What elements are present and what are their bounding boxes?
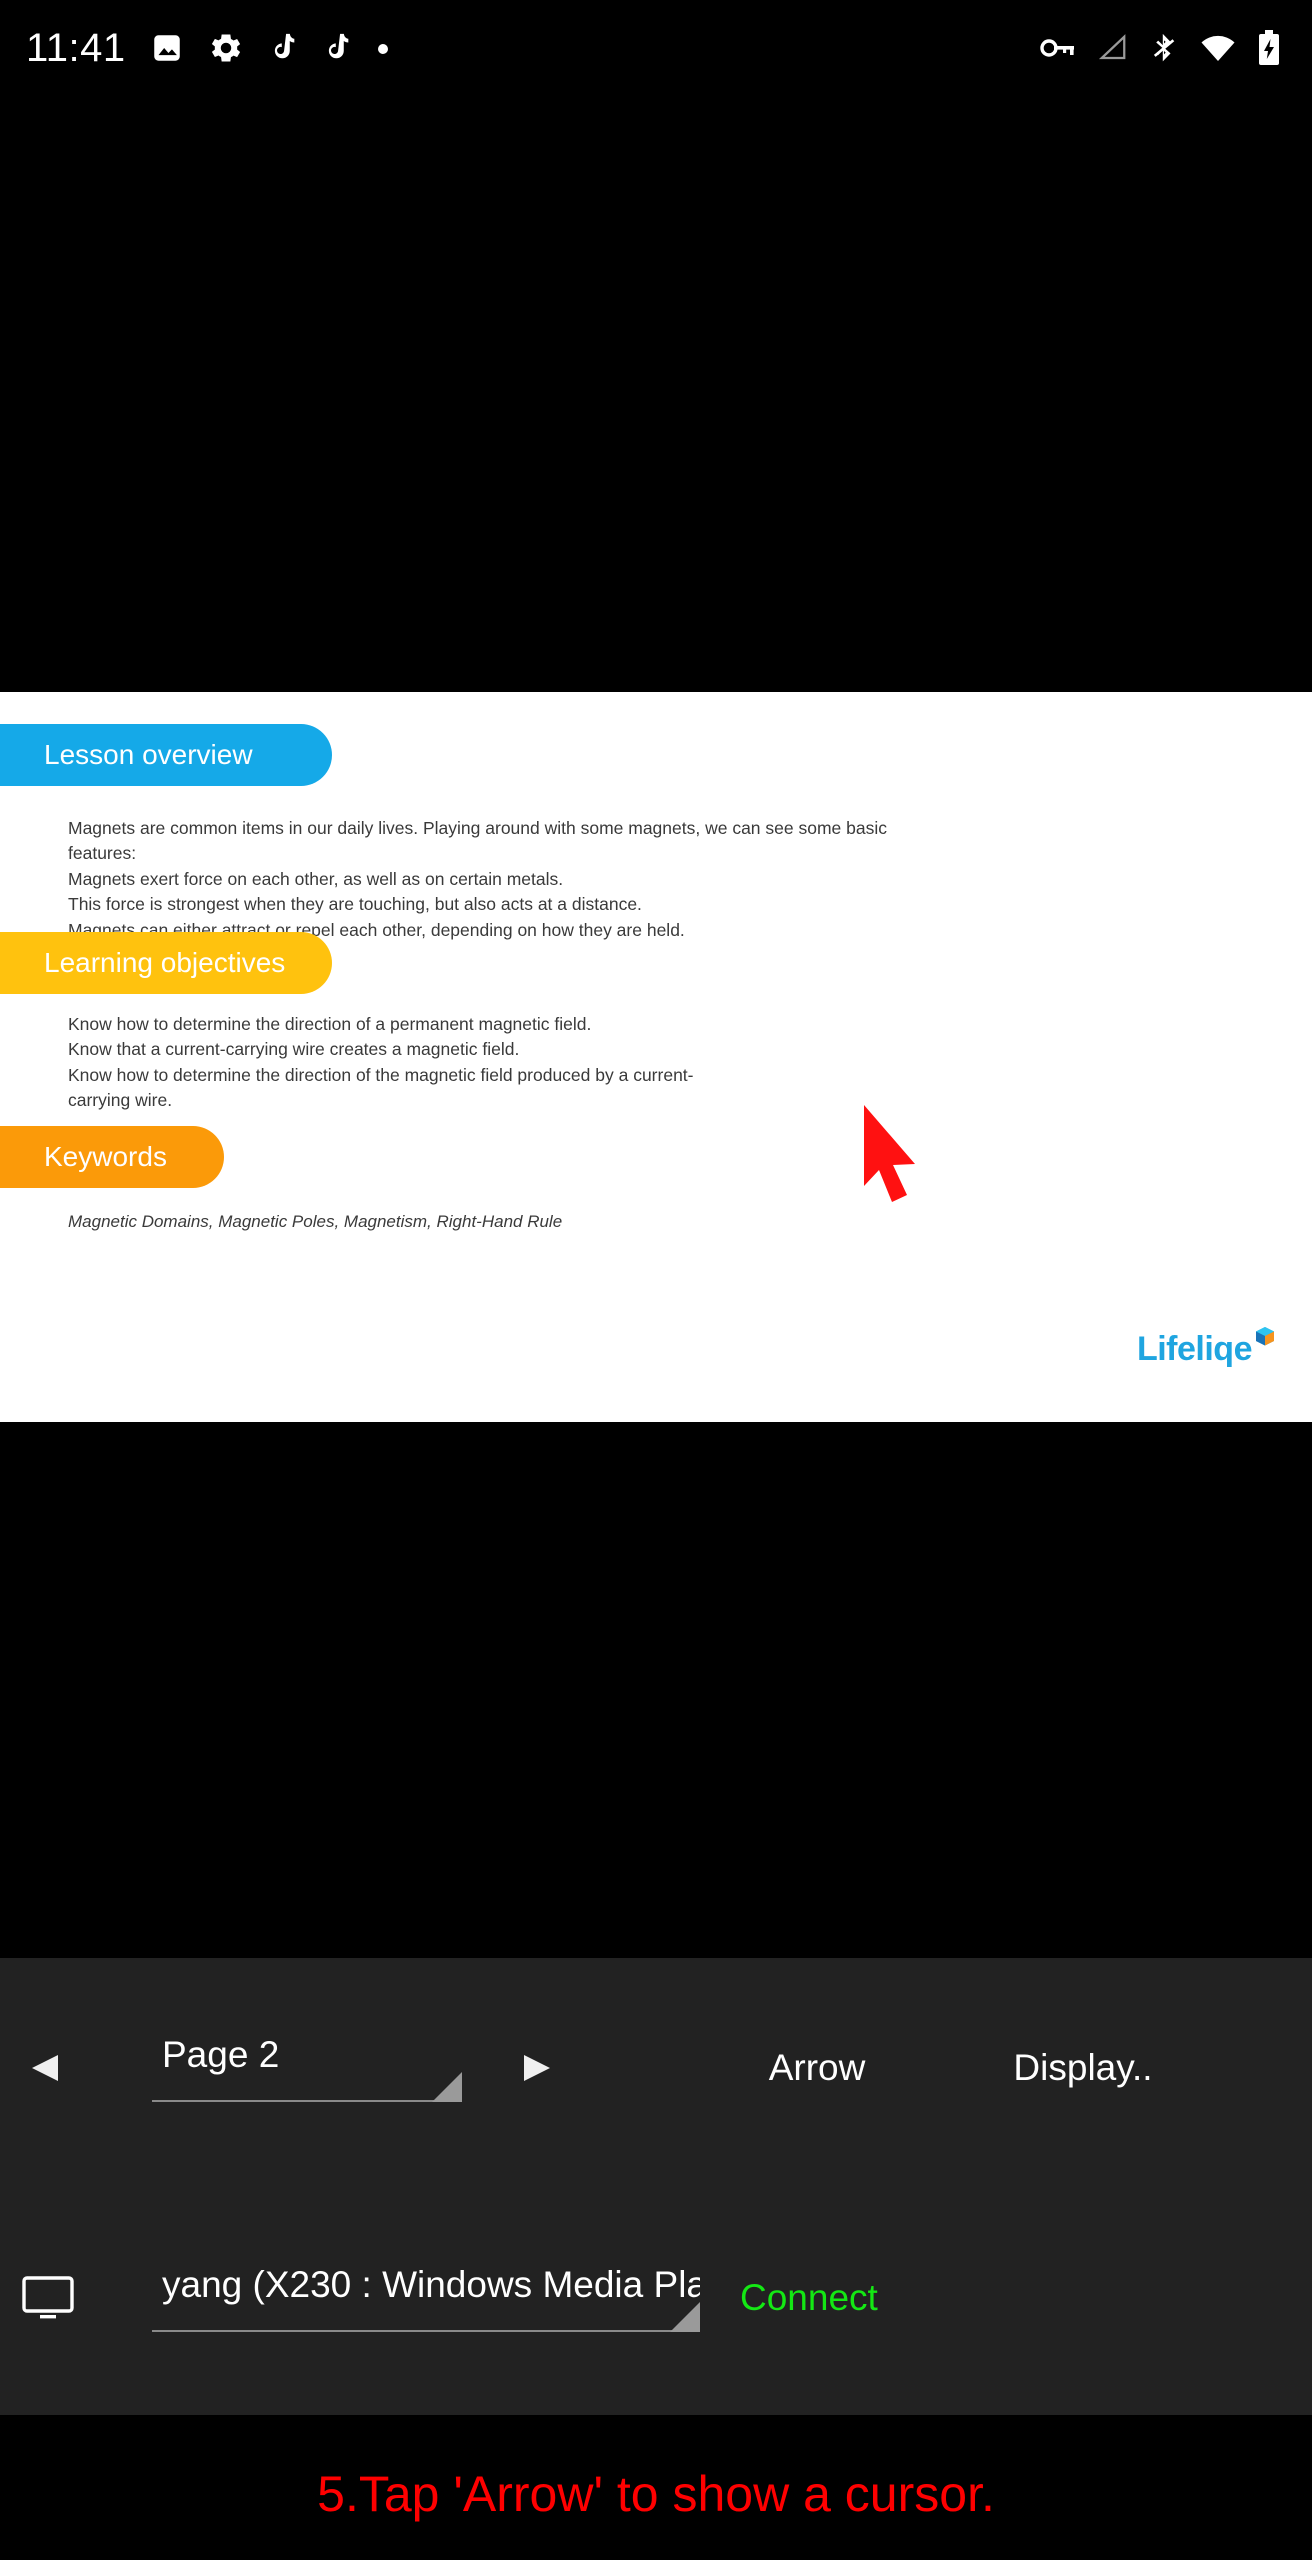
triangle-right-icon	[524, 2055, 550, 2081]
lifeliqe-logo: Lifeliqe	[1136, 1327, 1276, 1369]
device-connection-row: yang (X230 : Windows Media Player) Conne…	[0, 2238, 1312, 2358]
dot-icon	[376, 41, 390, 55]
connect-button[interactable]: Connect	[740, 2277, 878, 2319]
lifeliqe-cube-icon	[1254, 1326, 1276, 1353]
gear-icon	[208, 30, 244, 66]
previous-page-button[interactable]	[0, 2050, 96, 2086]
spinner-dropdown-triangle-icon[interactable]	[432, 2072, 462, 2102]
image-icon	[150, 31, 184, 65]
status-bar-right	[1040, 30, 1286, 66]
next-page-button[interactable]	[486, 2050, 582, 2086]
status-bar: 11:41	[0, 0, 1312, 96]
learning-objectives-text: Know how to determine the direction of a…	[68, 1014, 694, 1111]
spinner-underline	[152, 2302, 700, 2332]
status-bar-left: 11:41	[26, 26, 390, 71]
spinner-dropdown-triangle-icon[interactable]	[670, 2302, 700, 2332]
arrow-button[interactable]: Arrow	[702, 2047, 932, 2089]
battery-charging-icon	[1258, 30, 1280, 66]
page-selector-spinner[interactable]: Page 2	[152, 2034, 462, 2102]
triangle-left-icon	[32, 2055, 58, 2081]
section-pill-learning-objectives: Learning objectives	[0, 932, 332, 994]
keywords-text: Magnetic Domains, Magnetic Poles, Magnet…	[68, 1212, 563, 1231]
lifeliqe-wordmark: Lifeliqe	[1136, 1330, 1253, 1368]
instruction-caption: 5.Tap 'Arrow' to show a cursor.	[317, 2466, 995, 2522]
screen-letterbox-bottom	[0, 1422, 1312, 1958]
device-selector-value: yang (X230 : Windows Media Player)	[162, 2264, 700, 2305]
red-arrow-cursor	[860, 1102, 920, 1215]
monitor-icon	[0, 2274, 96, 2322]
page-navigation-row: Page 2 Arrow Display..	[0, 2008, 1312, 2128]
pill-label: Keywords	[44, 1141, 167, 1172]
section-pill-keywords: Keywords	[0, 1126, 224, 1188]
bluetooth-icon	[1150, 31, 1178, 65]
vpn-key-icon	[1040, 35, 1076, 61]
device-selector-spinner[interactable]: yang (X230 : Windows Media Player)	[152, 2264, 700, 2332]
display-button[interactable]: Display..	[958, 2047, 1208, 2089]
spinner-underline	[152, 2072, 462, 2102]
wifi-icon	[1200, 34, 1236, 62]
signal-no-service-icon	[1098, 33, 1128, 63]
screen-letterbox-top	[0, 96, 1312, 692]
lesson-overview-text: Magnets are common items in our daily li…	[68, 818, 887, 940]
page-selector-value: Page 2	[162, 2034, 280, 2075]
pill-label: Learning objectives	[44, 947, 286, 978]
slide-canvas[interactable]: Lesson overview Magnets are common items…	[0, 692, 1312, 1422]
status-bar-clock: 11:41	[26, 25, 126, 70]
pill-label: Lesson overview	[44, 739, 253, 770]
tiktok-icon	[268, 32, 298, 64]
section-pill-lesson-overview: Lesson overview	[0, 724, 332, 786]
remote-control-panel: Page 2 Arrow Display.. yang (X230 : Wind…	[0, 1958, 1312, 2415]
tiktok-icon	[322, 32, 352, 64]
